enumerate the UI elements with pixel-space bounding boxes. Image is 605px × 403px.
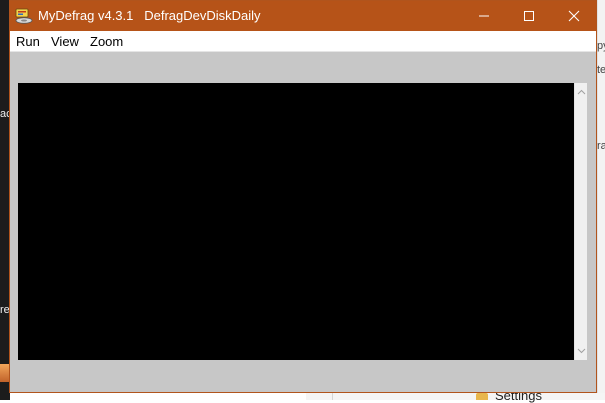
menu-view[interactable]: View: [50, 34, 80, 49]
folder-icon: [476, 393, 488, 400]
close-icon: [568, 10, 579, 22]
background-right-window: [597, 0, 605, 400]
disk-map-canvas[interactable]: [18, 83, 574, 360]
maximize-button[interactable]: [506, 1, 551, 31]
minimize-button[interactable]: [461, 1, 506, 31]
window-title: MyDefrag v4.3.1 DefragDevDiskDaily: [38, 8, 261, 23]
chevron-up-icon: [577, 89, 585, 95]
mydefrag-window: MyDefrag v4.3.1 DefragDevDiskDaily Run V…: [9, 0, 597, 393]
maximize-icon: [523, 11, 534, 21]
menu-run[interactable]: Run: [15, 34, 41, 49]
app-name: MyDefrag v4.3.1: [38, 8, 134, 23]
vertical-scrollbar[interactable]: [574, 83, 587, 360]
menu-bar: Run View Zoom: [10, 31, 596, 52]
mydefrag-app-icon[interactable]: [15, 8, 33, 24]
scroll-up-button[interactable]: [575, 85, 587, 99]
background-right-text: py: [597, 40, 605, 52]
background-explorer-panel: [306, 393, 605, 400]
background-right-text: ra: [597, 140, 605, 152]
script-name: DefragDevDiskDaily: [144, 8, 261, 23]
title-bar[interactable]: MyDefrag v4.3.1 DefragDevDiskDaily: [10, 1, 596, 31]
close-button[interactable]: [551, 1, 596, 31]
scroll-down-button[interactable]: [575, 344, 587, 358]
minimize-icon: [478, 15, 489, 17]
chevron-down-icon: [577, 348, 585, 354]
menu-zoom[interactable]: Zoom: [89, 34, 124, 49]
background-right-text: te: [597, 64, 605, 76]
background-divider: [332, 393, 333, 400]
